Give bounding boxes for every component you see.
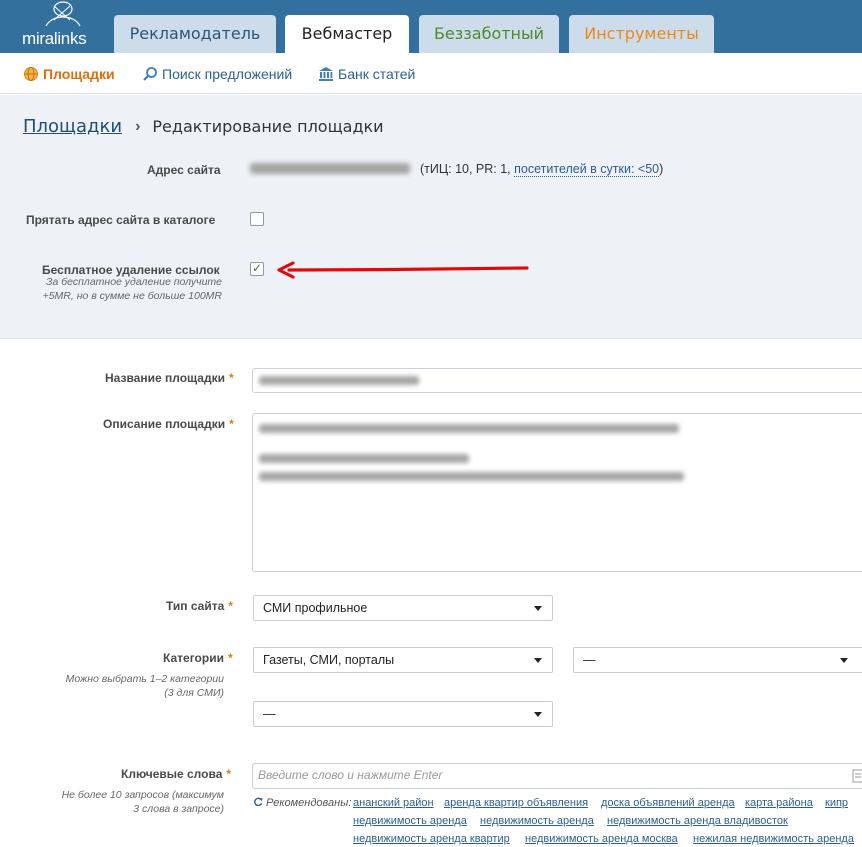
categories-label: Категории * xyxy=(163,651,233,665)
globe-icon xyxy=(24,67,38,81)
category-2-value: — xyxy=(583,653,596,667)
keyword-suggestion[interactable]: карта района xyxy=(745,797,813,809)
category-3-value: — xyxy=(263,707,276,721)
breadcrumb-separator: › xyxy=(135,117,141,135)
site-address-label: Адрес сайта xyxy=(147,163,221,177)
subnav-label-sites: Площадки xyxy=(43,66,115,82)
categories-label-text: Категории xyxy=(163,651,224,665)
keyword-suggestion[interactable]: кипр xyxy=(825,797,848,809)
keyword-suggestion[interactable]: недвижимость аренда квартир xyxy=(353,833,510,845)
red-arrow-annotation-icon xyxy=(277,261,529,279)
site-stats-suffix: ) xyxy=(659,162,664,176)
category-select-3[interactable]: — xyxy=(253,701,553,727)
keyboard-icon[interactable] xyxy=(852,769,862,783)
keywords-hint: Не более 10 запросов (максимум 3 слова в… xyxy=(61,789,224,815)
required-mark: * xyxy=(227,651,233,665)
site-type-value: СМИ профильное xyxy=(263,601,368,615)
logo-mark-icon xyxy=(45,1,81,27)
keywords-label: Ключевые слова * xyxy=(121,767,231,781)
chevron-down-icon xyxy=(534,712,542,717)
category-1-value: Газеты, СМИ, порталы xyxy=(263,653,395,667)
chevron-down-icon xyxy=(840,658,848,663)
keyword-suggestion[interactable]: аренда квартир объявления xyxy=(444,797,588,809)
site-address-value-redacted xyxy=(250,163,410,174)
description-line-1-redacted xyxy=(259,424,679,433)
subnav-item-article-bank[interactable]: Банк статей xyxy=(318,65,415,83)
logo-text: miralinks xyxy=(22,29,87,48)
site-description-textarea[interactable] xyxy=(252,413,862,572)
refresh-icon[interactable] xyxy=(254,797,263,806)
keywords-placeholder: Введите слово и нажмите Enter xyxy=(258,768,443,782)
site-description-label-text: Описание площадки xyxy=(103,417,226,431)
categories-hint: Можно выбрать 1–2 категории (3 для СМИ) xyxy=(65,673,224,699)
chevron-down-icon xyxy=(534,606,542,611)
breadcrumb: Площадки › Редактирование площадки xyxy=(23,116,384,137)
tab-tools[interactable]: Инструменты xyxy=(569,15,714,53)
category-select-2[interactable]: — xyxy=(573,647,862,673)
tab-carefree[interactable]: Беззаботный xyxy=(419,15,559,53)
subnav-item-sites[interactable]: Площадки xyxy=(23,65,115,83)
keywords-label-text: Ключевые слова xyxy=(121,767,223,781)
site-type-label: Тип сайта * xyxy=(166,599,233,613)
required-mark: * xyxy=(228,599,233,613)
site-stats-prefix: (тИЦ: 10, PR: 1, xyxy=(420,162,511,176)
description-line-3-redacted xyxy=(259,472,684,481)
recommended-label: Рекомендованы: xyxy=(266,797,352,809)
site-type-select[interactable]: СМИ профильное xyxy=(253,595,553,621)
miralinks-logo[interactable]: miralinks xyxy=(18,0,98,53)
keyword-suggestion[interactable]: недвижимость аренда владивосток xyxy=(607,815,788,827)
keyword-suggestion[interactable]: недвижимость аренда xyxy=(480,815,594,827)
page-title: Редактирование площадки xyxy=(152,117,384,136)
keyword-suggestion[interactable]: ананский район xyxy=(353,797,434,809)
bank-icon xyxy=(319,67,333,81)
required-mark: * xyxy=(229,417,234,431)
hide-address-checkbox[interactable] xyxy=(250,212,264,226)
visitors-link[interactable]: посетителей в сутки: <50 xyxy=(514,162,660,177)
subnav-label-search: Поиск предложений xyxy=(162,66,293,82)
required-mark: * xyxy=(226,767,232,781)
keyword-suggestion[interactable]: недвижимость аренда москва xyxy=(525,833,678,845)
tab-advertiser[interactable]: Рекламодатель xyxy=(114,15,276,53)
magnifier-icon xyxy=(143,67,157,81)
chevron-down-icon xyxy=(534,658,542,663)
tab-webmaster[interactable]: Вебмастер xyxy=(285,15,409,53)
subnav-label-article-bank: Банк статей xyxy=(338,66,416,82)
top-header: miralinks Рекламодатель Вебмастер Беззаб… xyxy=(0,0,862,53)
description-line-2-redacted xyxy=(259,454,469,463)
subnav-item-search[interactable]: Поиск предложений xyxy=(142,65,292,83)
site-type-label-text: Тип сайта xyxy=(166,599,225,613)
category-select-1[interactable]: Газеты, СМИ, порталы xyxy=(253,647,553,673)
free-removal-checkbox[interactable] xyxy=(250,261,264,276)
hide-address-label: Прятать адрес сайта в каталоге xyxy=(26,213,216,227)
sub-navigation: Площадки Поиск предложений Банк статей xyxy=(0,53,862,94)
site-name-label-text: Название площадки xyxy=(105,371,225,385)
site-name-input[interactable] xyxy=(252,368,862,393)
keyword-suggestion[interactable]: нежилая недвижимость аренда xyxy=(693,833,854,845)
site-description-label: Описание площадки * xyxy=(103,417,234,431)
keyword-suggestion[interactable]: недвижимость аренда xyxy=(353,815,467,827)
breadcrumb-link-sites[interactable]: Площадки xyxy=(23,116,122,137)
site-name-label: Название площадки * xyxy=(105,371,234,385)
site-name-value-redacted xyxy=(259,376,419,385)
keyword-suggestion[interactable]: доска объявлений аренда xyxy=(601,797,735,809)
site-stats: (тИЦ: 10, PR: 1, посетителей в сутки: <5… xyxy=(420,162,664,177)
free-removal-hint: За бесплатное удаление получите +5MR, но… xyxy=(42,276,222,302)
required-mark: * xyxy=(228,371,234,385)
